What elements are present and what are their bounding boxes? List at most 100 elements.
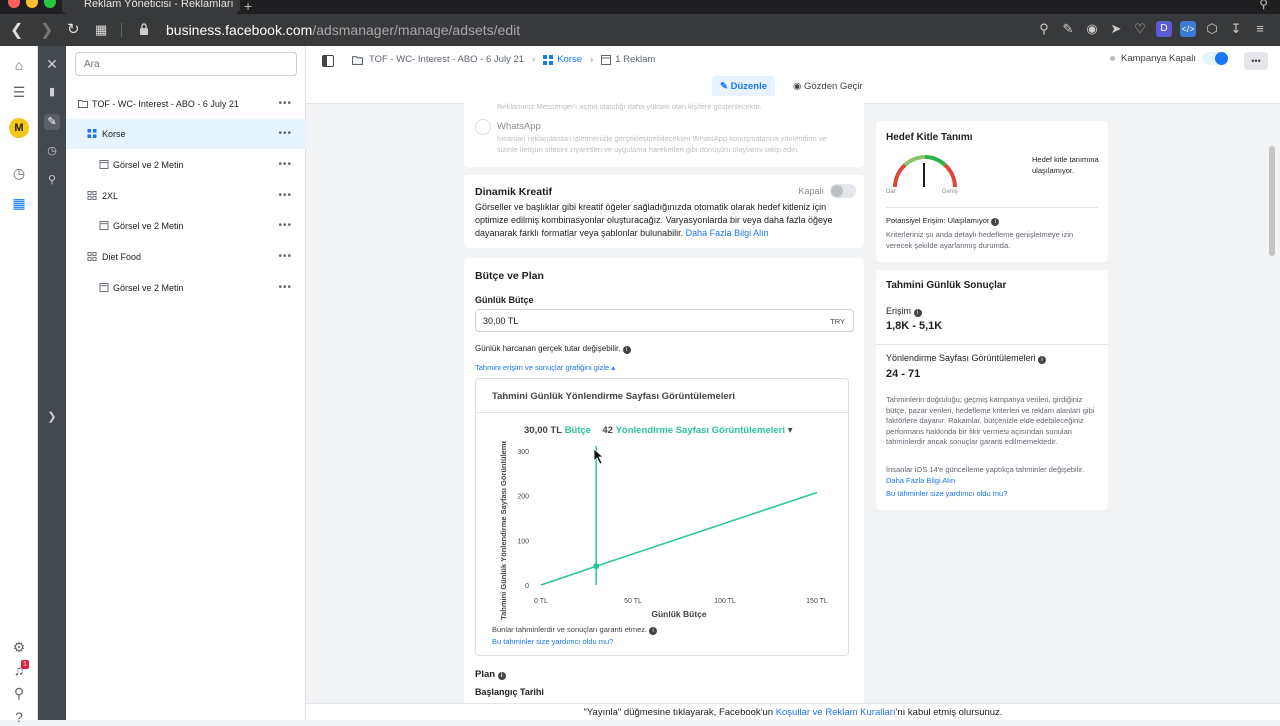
- left-nav-rail: ⌂ ☰ M ◷ ▦ ⚙ ♫ 1 ⚲ ?: [0, 46, 38, 725]
- chart-feedback-link[interactable]: Bu tahminler size yardımcı oldu mu?: [492, 637, 613, 646]
- page-scrollbar[interactable]: [1269, 146, 1275, 256]
- tree-ad-item[interactable]: Görsel ve 2 Metin •••: [66, 150, 306, 180]
- estimate-feedback-link[interactable]: Bu tahminler size yardımcı oldu mu?: [886, 489, 1007, 498]
- dropdown-caret-icon[interactable]: ▾: [788, 425, 793, 436]
- back-icon[interactable]: ❮: [10, 20, 23, 40]
- y-axis-label: Tahmini Günlük Yönlendirme Sayfası Görün…: [499, 441, 508, 620]
- heart-icon[interactable]: ♡: [1132, 21, 1148, 37]
- extension-d-icon[interactable]: D: [1156, 21, 1172, 37]
- charts-icon[interactable]: ▮: [44, 84, 60, 100]
- more-options-icon[interactable]: •••: [278, 242, 292, 272]
- hamburger-menu-icon[interactable]: ☰: [10, 83, 28, 101]
- window-minimize-dot[interactable]: [26, 0, 38, 8]
- menu-icon[interactable]: ≡: [1252, 21, 1268, 37]
- breadcrumb-campaign[interactable]: TOF - WC- Interest - ABO - 6 July 21: [369, 54, 524, 65]
- whatsapp-checkbox[interactable]: [475, 119, 491, 135]
- ad-icon: [99, 160, 109, 169]
- daily-budget-input[interactable]: 30,00 TL TRY: [475, 309, 854, 332]
- info-icon[interactable]: i: [991, 218, 1000, 226]
- tree-adset-label: Diet Food: [102, 252, 142, 262]
- cube-icon[interactable]: ⬡: [1204, 21, 1220, 37]
- dynamic-creative-toggle[interactable]: [830, 184, 856, 198]
- reach-label: Erişim i: [886, 306, 922, 317]
- more-options-icon[interactable]: •••: [278, 119, 292, 149]
- terms-link[interactable]: Koşullar ve Reklam Kuralları: [776, 707, 896, 718]
- budget-marker-point[interactable]: [593, 563, 600, 570]
- info-icon[interactable]: i: [913, 309, 922, 317]
- account-avatar[interactable]: M: [9, 118, 29, 138]
- lock-icon[interactable]: [139, 23, 149, 35]
- collapse-chevron-icon[interactable]: ❯: [44, 409, 60, 425]
- dynamic-creative-status: Kapalı: [798, 186, 824, 196]
- info-icon[interactable]: i: [497, 672, 506, 680]
- browser-toolbar: ❮ ❯ ↻ ▦ business.facebook.com/adsmanager…: [0, 14, 1280, 46]
- more-options-icon[interactable]: •••: [278, 150, 292, 180]
- views-value: 24 - 71: [886, 368, 921, 380]
- status-dot-icon: [1110, 56, 1115, 61]
- info-icon[interactable]: i: [649, 627, 658, 635]
- tree-search-input[interactable]: [75, 52, 297, 76]
- forward-icon[interactable]: ❯: [40, 20, 53, 40]
- ad-icon: [601, 54, 612, 65]
- close-editor-icon[interactable]: ✕: [44, 56, 60, 72]
- reach-label-text: Erişim: [886, 306, 911, 316]
- reload-icon[interactable]: ↻: [67, 20, 80, 38]
- send-icon[interactable]: ➤: [1108, 21, 1124, 37]
- plan-label: Plan i: [475, 669, 506, 680]
- tree-adset-item-diet-food[interactable]: Diet Food •••: [66, 242, 306, 272]
- window-zoom-dot[interactable]: [44, 0, 56, 8]
- toggle-panel-icon[interactable]: [322, 55, 334, 67]
- tree-adset-item-2xl[interactable]: 2XL •••: [66, 181, 306, 211]
- edit-page-icon[interactable]: ✎: [1060, 21, 1076, 37]
- inspect-icon[interactable]: ⚲: [44, 172, 60, 188]
- y-tick-label: 200: [517, 494, 529, 501]
- dynamic-creative-description: Görseller ve başlıklar gibi kreatif öğel…: [475, 201, 833, 240]
- speedometer-icon[interactable]: ◷: [10, 164, 28, 182]
- tree-ad-item[interactable]: Görsel ve 2 Metin •••: [66, 273, 306, 303]
- review-mode-button[interactable]: ◉ Gözden Geçir: [785, 76, 871, 98]
- campaign-toggle[interactable]: [1202, 52, 1228, 65]
- ad-icon: [99, 221, 109, 230]
- notification-badge: 1: [21, 660, 29, 669]
- breadcrumb-adset[interactable]: Korse: [557, 54, 582, 65]
- info-icon[interactable]: i: [622, 346, 631, 354]
- settings-gear-icon[interactable]: ⚙: [10, 638, 28, 656]
- toggle-estimate-chart-link[interactable]: Tahmini erişim ve sonuçlar grafiğini giz…: [475, 363, 615, 372]
- history-clock-icon[interactable]: ◷: [44, 143, 60, 159]
- more-options-icon[interactable]: •••: [278, 273, 292, 303]
- learn-more-link[interactable]: Daha Fazla Bilgi Alın: [686, 228, 769, 238]
- x-tick-label: 150 TL: [806, 598, 828, 605]
- placements-card: Reklamınız Messenger'ı açma olasılığı da…: [464, 96, 864, 167]
- new-tab-icon[interactable]: +: [244, 0, 252, 14]
- currency-code: TRY: [830, 317, 845, 326]
- breadcrumb-ads[interactable]: 1 Reklam: [615, 54, 655, 65]
- ios-note: İnsanlar iOS 14'e güncelleme yaptıkça ta…: [886, 465, 1085, 474]
- edit-mode-button[interactable]: ✎ Düzenle: [712, 76, 776, 98]
- more-options-icon[interactable]: •••: [278, 89, 292, 119]
- search-icon[interactable]: ⚲: [10, 684, 28, 702]
- browser-tab[interactable]: Reklam Yöneticisi - Reklamları: [62, 0, 240, 14]
- browser-tabstrip: Reklam Yöneticisi - Reklamları + ⚲: [0, 0, 1280, 14]
- camera-icon[interactable]: ◉: [1084, 21, 1100, 37]
- zoom-icon[interactable]: ⚲: [1036, 21, 1052, 37]
- edit-pencil-icon[interactable]: ✎: [44, 114, 60, 130]
- tree-adset-item-korse[interactable]: Korse •••: [66, 119, 306, 149]
- campaigns-table-icon[interactable]: ▦: [10, 194, 28, 212]
- help-icon[interactable]: ?: [10, 708, 28, 726]
- adset-grid-icon: [87, 129, 97, 138]
- info-icon[interactable]: i: [1038, 356, 1047, 364]
- more-actions-button[interactable]: •••: [1244, 52, 1268, 70]
- extension-code-icon[interactable]: </>: [1180, 21, 1196, 37]
- learn-more-link[interactable]: Daha Fazla Bilgi Alın: [886, 476, 955, 485]
- more-options-icon[interactable]: •••: [278, 211, 292, 241]
- address-bar[interactable]: business.facebook.com/adsmanager/manage/…: [166, 22, 520, 38]
- tree-ad-item[interactable]: Görsel ve 2 Metin •••: [66, 211, 306, 241]
- estimate-line-chart[interactable]: 0 100 200 300 0 TL 50 TL 100 TL 150 TL Günlük Bü…: [476, 441, 850, 641]
- tabs-grid-icon[interactable]: ▦: [95, 22, 107, 38]
- window-close-dot[interactable]: [8, 0, 20, 8]
- tab-search-icon[interactable]: ⚲: [1259, 0, 1268, 11]
- tree-campaign-item[interactable]: TOF - WC- Interest - ABO - 6 July 21 •••: [66, 89, 306, 119]
- more-options-icon[interactable]: •••: [278, 181, 292, 211]
- home-icon[interactable]: ⌂: [10, 56, 28, 74]
- download-icon[interactable]: ↧: [1228, 21, 1244, 37]
